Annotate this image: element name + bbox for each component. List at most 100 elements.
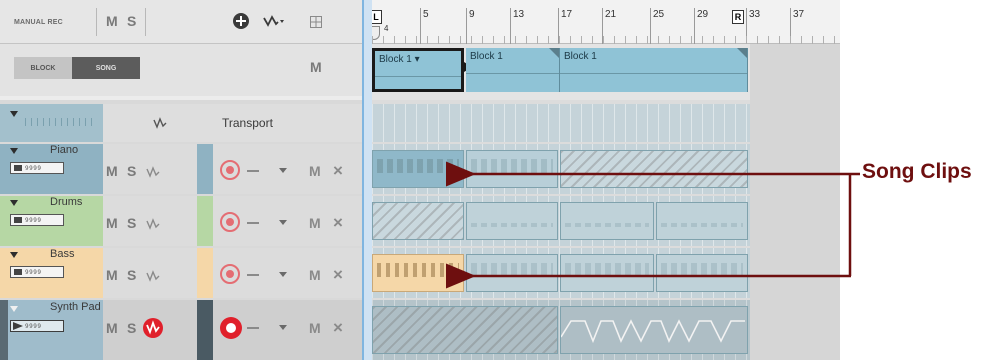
record-arm-button[interactable] (220, 212, 240, 232)
clip-notes (565, 263, 649, 277)
delete-track-button[interactable]: × (333, 161, 343, 181)
dropdown-icon[interactable] (279, 220, 287, 225)
track-synth-pad: Synth Pad 9999 M S M × (0, 300, 362, 360)
monitor-button[interactable]: M (309, 267, 321, 283)
track-name: Bass (50, 248, 75, 260)
instrument-icon[interactable]: 9999 (10, 266, 64, 278)
automation-icon[interactable] (146, 269, 160, 287)
manual-rec-label[interactable]: MANUAL REC (14, 19, 63, 26)
global-solo-button[interactable]: S (127, 13, 136, 29)
dropdown-icon[interactable] (279, 325, 287, 330)
song-clip-muted[interactable] (372, 202, 464, 240)
record-arm-button[interactable] (220, 160, 240, 180)
clip-notes (565, 223, 649, 227)
collapse-icon[interactable] (10, 306, 18, 312)
collapse-icon[interactable] (10, 111, 18, 117)
bar-ruler[interactable]: L 4 5 9 13 17 21 25 29 R 33 37 (362, 0, 840, 44)
track-list-panel: MANUAL REC M S BLOCK SONG M Transport Pi… (0, 0, 362, 360)
daw-window: MANUAL REC M S BLOCK SONG M Transport Pi… (0, 0, 1008, 360)
solo-button[interactable]: S (127, 215, 136, 231)
collapse-icon[interactable] (10, 148, 18, 154)
timeline-divider[interactable] (362, 0, 372, 360)
track-color-tab (197, 144, 213, 194)
global-header: MANUAL REC M S (0, 0, 362, 44)
record-arm-button[interactable] (220, 264, 240, 284)
delete-track-button[interactable]: × (333, 265, 343, 285)
track-piano: Piano 9999 M S M × (0, 144, 362, 194)
song-mute-button[interactable]: M (310, 59, 322, 75)
clip-notes (377, 159, 459, 173)
dash-icon (247, 222, 259, 224)
solo-button[interactable]: S (127, 163, 136, 179)
bar-number: 29 (697, 9, 709, 20)
grid-view-icon[interactable] (310, 15, 322, 33)
song-clip[interactable] (466, 202, 558, 240)
bar-number: 21 (605, 9, 617, 20)
song-clip[interactable] (466, 150, 558, 188)
song-clip[interactable] (560, 254, 654, 292)
automation-icon[interactable] (263, 14, 285, 33)
block-mode-button[interactable]: BLOCK (14, 57, 72, 79)
clip-notes (377, 263, 459, 277)
song-clip-muted[interactable] (372, 306, 558, 354)
record-armed-button[interactable] (220, 317, 242, 339)
song-block[interactable]: Block 1 ▾ (372, 48, 464, 92)
monitor-button[interactable]: M (309, 163, 321, 179)
bar-number: 13 (513, 9, 525, 20)
automation-icon[interactable] (146, 165, 160, 183)
divider (96, 8, 97, 36)
collapse-icon[interactable] (10, 252, 18, 258)
song-block[interactable]: Block 1 (466, 48, 560, 92)
automation-icon[interactable] (153, 116, 167, 134)
clip-notes (471, 223, 553, 227)
instrument-icon[interactable]: 9999 (10, 214, 64, 226)
dropdown-icon[interactable] (279, 168, 287, 173)
block-divider (466, 73, 559, 74)
song-mode-button[interactable]: SONG (72, 57, 140, 79)
collapse-icon[interactable] (10, 200, 18, 206)
arrangement-timeline[interactable]: L 4 5 9 13 17 21 25 29 R 33 37 Block 1 ▾… (362, 0, 840, 360)
beyond-song-end (750, 44, 840, 360)
song-block[interactable]: Block 1 (560, 48, 748, 92)
instrument-icon[interactable]: 9999 (10, 320, 64, 332)
song-clip[interactable] (372, 254, 464, 292)
solo-button[interactable]: S (127, 267, 136, 283)
song-clip[interactable] (560, 306, 748, 354)
block-divider (560, 73, 747, 74)
solo-button[interactable]: S (127, 320, 136, 336)
song-clip[interactable] (372, 150, 464, 188)
track-name: Transport (222, 116, 273, 130)
monitor-button[interactable]: M (309, 215, 321, 231)
mute-button[interactable]: M (106, 215, 118, 231)
song-clip-muted[interactable] (560, 150, 748, 188)
block-corner (549, 48, 559, 58)
song-clip[interactable] (560, 202, 654, 240)
mute-button[interactable]: M (106, 163, 118, 179)
clip-notes (471, 263, 553, 277)
block-label: Block 1 (470, 51, 503, 62)
song-clip[interactable] (656, 202, 748, 240)
delete-track-button[interactable]: × (333, 318, 343, 338)
automation-curve-icon (561, 319, 745, 344)
automation-icon[interactable] (146, 217, 160, 235)
track-color-tab (197, 196, 213, 246)
instrument-icon[interactable]: 9999 (10, 162, 64, 174)
dropdown-icon[interactable] (279, 272, 287, 277)
block-label: Block 1 ▾ (379, 54, 420, 65)
bar-number: 33 (749, 9, 761, 20)
song-clip[interactable] (466, 254, 558, 292)
global-mute-button[interactable]: M (106, 13, 118, 29)
track-name: Synth Pad (50, 301, 101, 313)
loop-end-marker[interactable]: R (732, 10, 744, 24)
track-transport: Transport (0, 104, 362, 142)
clip-notes (661, 263, 743, 277)
add-track-icon[interactable] (233, 13, 249, 29)
mute-button[interactable]: M (106, 320, 118, 336)
song-clip[interactable] (656, 254, 748, 292)
monitor-button[interactable]: M (309, 320, 321, 336)
automation-active-icon[interactable] (143, 318, 163, 338)
block-label: Block 1 (564, 51, 597, 62)
delete-track-button[interactable]: × (333, 213, 343, 233)
mute-button[interactable]: M (106, 267, 118, 283)
bar-number: 37 (793, 9, 805, 20)
